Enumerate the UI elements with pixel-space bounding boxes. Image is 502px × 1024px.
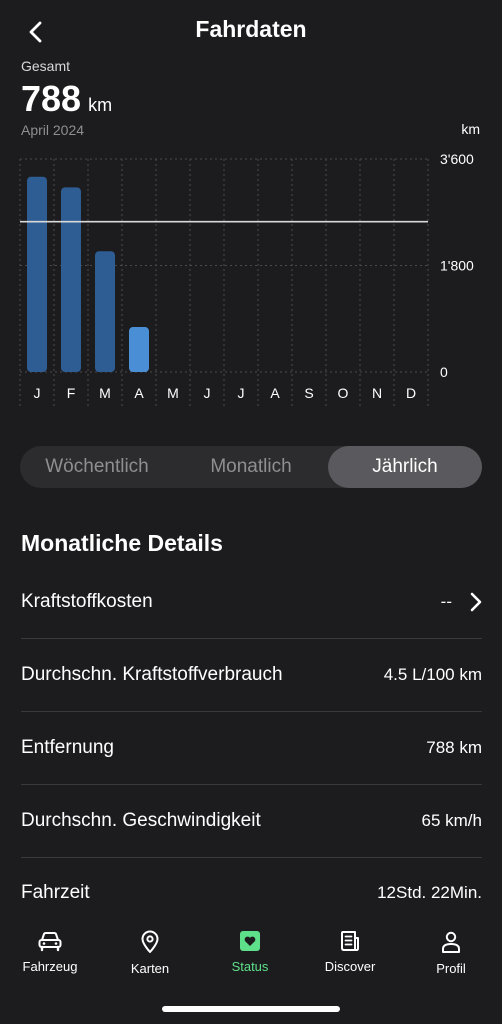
segment-monthly[interactable]: Monatlich <box>174 446 328 488</box>
detail-label: Durchschn. Kraftstoffverbrauch <box>21 663 283 685</box>
chart-bar <box>95 251 115 372</box>
x-tick-label: M <box>99 385 111 401</box>
x-tick-label: J <box>204 385 211 401</box>
detail-label: Entfernung <box>21 736 114 758</box>
detail-value: 12Std. 22Min. <box>377 882 482 902</box>
chart-bar <box>27 176 47 372</box>
x-tick-label: O <box>338 385 349 401</box>
detail-row-fuel-consumption: Durchschn. Kraftstoffverbrauch 4.5 L/100… <box>21 638 482 712</box>
chevron-right-icon <box>470 592 482 612</box>
details-title: Monatliche Details <box>21 530 223 556</box>
page-title: Fahrdaten <box>195 16 307 42</box>
tab-profil[interactable]: Profil <box>411 930 491 976</box>
tab-karten[interactable]: Karten <box>110 930 190 976</box>
detail-value: 65 km/h <box>421 810 482 830</box>
detail-value: 4.5 L/100 km <box>383 664 482 684</box>
segment-weekly[interactable]: Wöchentlich <box>20 446 174 488</box>
y-tick-label: 3'600 <box>440 151 474 167</box>
y-tick-label: 0 <box>440 364 448 380</box>
x-tick-label: A <box>134 385 144 401</box>
x-tick-label: S <box>304 385 313 401</box>
news-icon <box>341 931 359 951</box>
chart-bar <box>61 187 81 372</box>
heart-icon <box>240 931 260 951</box>
y-tick-label: 1'800 <box>440 258 474 274</box>
detail-label: Fahrzeit <box>21 881 90 903</box>
x-tick-label: N <box>372 385 382 401</box>
y-axis-unit-label: km <box>461 121 480 137</box>
x-tick-label: M <box>167 385 179 401</box>
tab-discover[interactable]: Discover <box>310 930 390 974</box>
x-tick-label: A <box>270 385 280 401</box>
tab-label: Fahrzeug <box>22 959 78 974</box>
distance-chart: J F M A M J J A S O N D 0 1'800 3'600 km <box>19 121 480 406</box>
total-unit: km <box>88 95 113 115</box>
x-tick-label: D <box>406 385 416 401</box>
x-tick-label: J <box>238 385 245 401</box>
summary-total: 788 km <box>21 78 112 120</box>
tab-label: Status <box>231 959 269 974</box>
tab-fahrzeug[interactable]: Fahrzeug <box>10 930 90 974</box>
detail-value-container: -- <box>441 592 482 612</box>
detail-row-fuel-cost[interactable]: Kraftstoffkosten -- <box>21 565 482 639</box>
detail-value: 788 km <box>426 737 482 757</box>
map-pin-icon <box>141 930 159 953</box>
tab-label: Karten <box>130 961 170 976</box>
chart-bar <box>129 327 149 372</box>
detail-label: Kraftstoffkosten <box>21 590 153 612</box>
summary-label: Gesamt <box>21 58 71 74</box>
detail-label: Durchschn. Geschwindigkeit <box>21 809 261 831</box>
x-tick-label: F <box>67 385 76 401</box>
segment-yearly[interactable]: Jährlich <box>328 446 482 488</box>
detail-row-distance: Entfernung 788 km <box>21 711 482 785</box>
detail-row-avg-speed: Durchschn. Geschwindigkeit 65 km/h <box>21 784 482 858</box>
car-icon <box>38 932 62 952</box>
period-segmented-control: Wöchentlich Monatlich Jährlich <box>20 446 482 488</box>
tab-label: Discover <box>324 959 376 974</box>
tab-status[interactable]: Status <box>210 930 290 974</box>
tab-label: Profil <box>436 961 466 976</box>
home-indicator <box>162 1006 340 1012</box>
detail-value: -- <box>440 591 452 611</box>
person-icon <box>442 931 460 953</box>
total-value: 788 <box>21 78 82 119</box>
x-tick-label: J <box>34 385 41 401</box>
